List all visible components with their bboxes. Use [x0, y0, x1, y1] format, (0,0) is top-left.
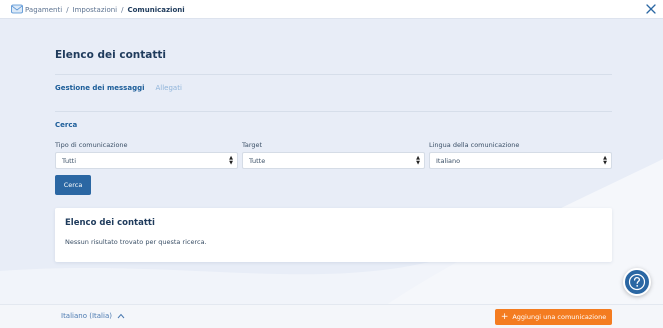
filter-target-value: Tutte — [249, 156, 266, 165]
up-down-arrows-icon: ▲ ▼ — [603, 155, 607, 166]
tab-bar: Gestione dei messaggi Allegati — [55, 84, 182, 92]
filter-target-select[interactable]: Tutte ▲ ▼ — [242, 152, 425, 169]
divider — [55, 74, 612, 75]
chevron-up-icon — [117, 313, 125, 319]
search-button[interactable]: Cerca — [55, 175, 91, 195]
breadcrumb-separator: / — [121, 5, 124, 14]
filter-type-value: Tutti — [62, 156, 77, 165]
breadcrumb-current: Comunicazioni — [127, 5, 185, 14]
results-card: Elenco dei contatti Nessun risultato tro… — [55, 208, 612, 262]
filter-language-select[interactable]: Italiano ▲ ▼ — [429, 152, 612, 169]
up-down-arrows-icon: ▲ ▼ — [229, 155, 233, 166]
divider — [55, 111, 612, 112]
close-icon[interactable] — [645, 3, 657, 15]
breadcrumb-impostazioni[interactable]: Impostazioni — [73, 6, 118, 14]
filter-target-label: Target — [242, 141, 263, 149]
empty-results-message: Nessun risultato trovato per questa rice… — [65, 238, 207, 246]
page-title: Elenco dei contatti — [55, 49, 167, 61]
add-communication-button[interactable]: + Aggiungi una comunicazione — [495, 309, 612, 325]
envelope-app-icon — [11, 4, 23, 14]
language-selector[interactable]: Italiano (Italia) — [61, 312, 125, 320]
up-down-arrows-icon: ▲ ▼ — [416, 155, 420, 166]
breadcrumb-pagamenti[interactable]: Pagamenti — [25, 6, 62, 14]
breadcrumb: Pagamenti / Impostazioni / Comunicazioni — [25, 0, 185, 19]
footer-bar: Italiano (Italia) + Aggiungi una comunic… — [0, 304, 663, 328]
search-section-label: Cerca — [55, 121, 78, 129]
filter-type-label: Tipo di comunicazione — [55, 141, 128, 149]
add-communication-label: Aggiungi una comunicazione — [512, 313, 607, 321]
question-mark-icon — [628, 273, 646, 291]
language-label: Italiano (Italia) — [61, 312, 112, 320]
tab-gestione-messaggi[interactable]: Gestione dei messaggi — [55, 84, 145, 92]
filter-type-select[interactable]: Tutti ▲ ▼ — [55, 152, 238, 169]
filter-language-value: Italiano — [436, 156, 461, 165]
plus-icon: + — [500, 311, 509, 322]
results-title: Elenco dei contatti — [65, 218, 155, 228]
top-bar: Pagamenti / Impostazioni / Comunicazioni — [0, 0, 663, 19]
help-button[interactable] — [623, 268, 651, 296]
breadcrumb-separator: / — [66, 5, 69, 14]
tab-allegati[interactable]: Allegati — [156, 84, 182, 92]
filter-language-label: Lingua della comunicazione — [429, 141, 520, 149]
